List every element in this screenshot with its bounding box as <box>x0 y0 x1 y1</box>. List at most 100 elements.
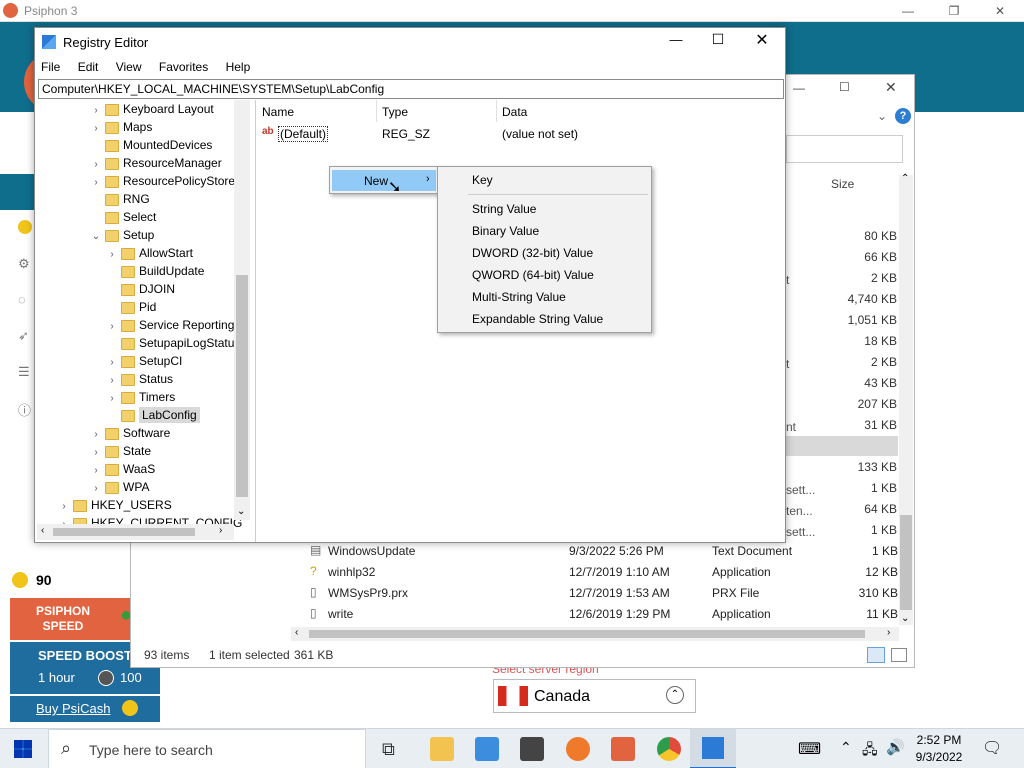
regedit-minimize-button[interactable]: — <box>661 32 691 47</box>
psiphon-info-icon[interactable]: ⓘ <box>18 400 31 419</box>
submenu-item[interactable]: Binary Value <box>438 220 651 242</box>
tree-item[interactable]: › HKEY_USERS <box>59 496 171 514</box>
menu-edit[interactable]: Edit <box>78 60 99 74</box>
menu-item-new[interactable]: New › <box>332 170 436 191</box>
search-placeholder: Type here to search <box>89 742 213 758</box>
psiphon-log-icon[interactable]: ☰ <box>18 364 30 380</box>
address-bar[interactable]: Computer\HKEY_LOCAL_MACHINE\SYSTEM\Setup… <box>38 79 784 99</box>
psiphon-taskbar-icon[interactable] <box>611 737 635 761</box>
file-explorer-taskbar-icon[interactable] <box>430 737 454 761</box>
tree-item[interactable]: › Timers <box>107 388 175 406</box>
regedit-close-button[interactable]: ✕ <box>747 30 777 50</box>
large-icons-view-icon[interactable] <box>891 648 907 662</box>
help-icon[interactable]: ? <box>895 108 911 124</box>
tree-horizontal-scrollbar[interactable]: ‹ › <box>37 524 234 540</box>
submenu-item[interactable]: Multi-String Value <box>438 286 651 308</box>
menu-view[interactable]: View <box>116 60 142 74</box>
explorer-horizontal-scrollbar[interactable]: ‹ › <box>291 627 899 641</box>
psiphon-minimize-button[interactable]: — <box>896 0 920 22</box>
notifications-icon[interactable]: 🗨 <box>982 738 1002 758</box>
store-taskbar-icon[interactable] <box>475 737 499 761</box>
explorer-close-button[interactable]: ✕ <box>885 79 897 96</box>
chevron-down-icon[interactable]: ⌄ <box>91 228 101 246</box>
explorer-minimize-button[interactable]: — <box>793 81 805 95</box>
tree-item[interactable]: › SetupCI <box>107 352 182 370</box>
tree-item[interactable]: › Keyboard Layout <box>91 100 213 118</box>
tree-item[interactable]: Select <box>91 208 156 226</box>
psiphon-rocket-icon[interactable]: ➶ <box>18 328 29 344</box>
psiphon-feedback-icon[interactable]: ◌ <box>18 292 26 307</box>
taskbar: ⌕ Type here to search ⧉ ⌨ ⌃ 🖧 🔊 2:52 PM … <box>0 728 1024 768</box>
submenu-item[interactable]: String Value <box>438 198 651 220</box>
explorer-vertical-scrollbar[interactable]: ⌃ ⌄ <box>899 173 913 625</box>
tree-item[interactable]: › AllowStart <box>107 244 193 262</box>
tree-item[interactable]: › Status <box>107 370 173 388</box>
details-view-icon[interactable] <box>867 647 885 663</box>
file-type: PRX File <box>712 586 760 600</box>
firefox-taskbar-icon[interactable] <box>566 737 590 761</box>
tree-item-label: SetupapiLogStatu <box>139 336 235 350</box>
keyboard-icon[interactable]: ⌨ <box>798 739 821 759</box>
column-type-header[interactable]: Type <box>382 105 408 119</box>
file-row[interactable]: ? winhlp32 12/7/2019 1:10 AM Application 12 … <box>306 562 900 583</box>
network-icon[interactable]: 🖧 <box>862 739 878 763</box>
task-view-icon[interactable]: ⧉ <box>382 739 395 760</box>
canada-flag-icon <box>498 686 528 706</box>
psicash-balance: 90 <box>36 572 52 588</box>
tree-item[interactable]: › WPA <box>91 478 149 496</box>
submenu-item[interactable]: Expandable String Value <box>438 308 651 330</box>
region-select[interactable]: Canada ⌃ <box>493 679 696 713</box>
tree-item[interactable]: ⌄ Setup <box>91 226 155 246</box>
psiphon-settings-icon[interactable]: ⚙ <box>18 256 30 272</box>
chrome-taskbar-icon[interactable] <box>657 737 681 761</box>
mail-taskbar-icon[interactable] <box>520 737 544 761</box>
tree-item[interactable]: › State <box>91 442 151 460</box>
tree-item[interactable]: › Service Reporting <box>107 316 234 334</box>
menu-help[interactable]: Help <box>226 60 251 74</box>
tree-item[interactable]: BuildUpdate <box>107 262 204 280</box>
column-name-header[interactable]: Name <box>262 105 294 119</box>
menu-favorites[interactable]: Favorites <box>159 60 208 74</box>
psiphon-maximize-button[interactable]: ❐ <box>942 0 966 22</box>
psiphon-connect-tab[interactable] <box>0 174 36 210</box>
explorer-maximize-button[interactable]: ☐ <box>839 80 850 94</box>
clock-time[interactable]: 2:52 PM <box>916 733 962 747</box>
taskbar-search-box[interactable]: ⌕ Type here to search <box>48 729 366 768</box>
tree-item[interactable]: RNG <box>91 190 150 208</box>
tree-item[interactable]: Pid <box>107 298 156 316</box>
tree-item[interactable]: SetupapiLogStatu <box>107 334 234 352</box>
file-row[interactable]: ▤ WindowsUpdate 9/3/2022 5:26 PM Text Docum… <box>306 541 900 562</box>
tree-item[interactable]: › Software <box>91 424 170 442</box>
submenu-item[interactable]: Key <box>438 169 651 191</box>
selected-row-highlight <box>786 436 898 456</box>
chevron-up-icon[interactable]: ⌃ <box>840 739 852 756</box>
tree-item[interactable]: LabConfig <box>107 406 200 424</box>
tree-item[interactable]: › WaaS <box>91 460 155 478</box>
regedit-maximize-button[interactable]: ☐ <box>703 31 733 48</box>
tree-item[interactable]: › ResourceManager <box>91 154 221 172</box>
volume-icon[interactable]: 🔊 <box>886 738 905 756</box>
value-row[interactable]: ab (Default) REG_SZ (value not set) <box>260 124 780 144</box>
size-column-header[interactable]: Size <box>831 177 854 191</box>
region-value: Canada <box>534 688 591 705</box>
psiphon-psicash-icon[interactable] <box>18 220 32 234</box>
tree-vertical-scrollbar[interactable]: ⌄ <box>234 100 250 520</box>
tree-item[interactable]: DJOIN <box>107 280 175 298</box>
tree-item[interactable]: › Maps <box>91 118 152 136</box>
start-button[interactable] <box>14 740 32 758</box>
psiphon-close-button[interactable]: ✕ <box>988 0 1012 22</box>
chevron-down-icon[interactable]: ⌄ <box>877 109 887 123</box>
file-row[interactable]: ▯ write 12/6/2019 1:29 PM Application 11 KB <box>306 604 900 625</box>
submenu-item[interactable]: DWORD (32-bit) Value <box>438 242 651 264</box>
folder-icon <box>105 481 119 494</box>
explorer-search-input[interactable] <box>786 135 903 163</box>
tree-item[interactable]: MountedDevices <box>91 136 212 154</box>
clock-date[interactable]: 9/3/2022 <box>914 750 964 764</box>
column-data-header[interactable]: Data <box>502 105 527 119</box>
menu-file[interactable]: File <box>41 60 60 74</box>
regedit-taskbar-button[interactable] <box>690 729 736 768</box>
submenu-item[interactable]: QWORD (64-bit) Value <box>438 264 651 286</box>
tree-item[interactable]: › ResourcePolicyStore <box>91 172 235 190</box>
buy-psicash-button[interactable]: Buy PsiCash <box>10 696 160 722</box>
file-row[interactable]: ▯ WMSysPr9.prx 12/7/2019 1:53 AM PRX File 31… <box>306 583 900 604</box>
